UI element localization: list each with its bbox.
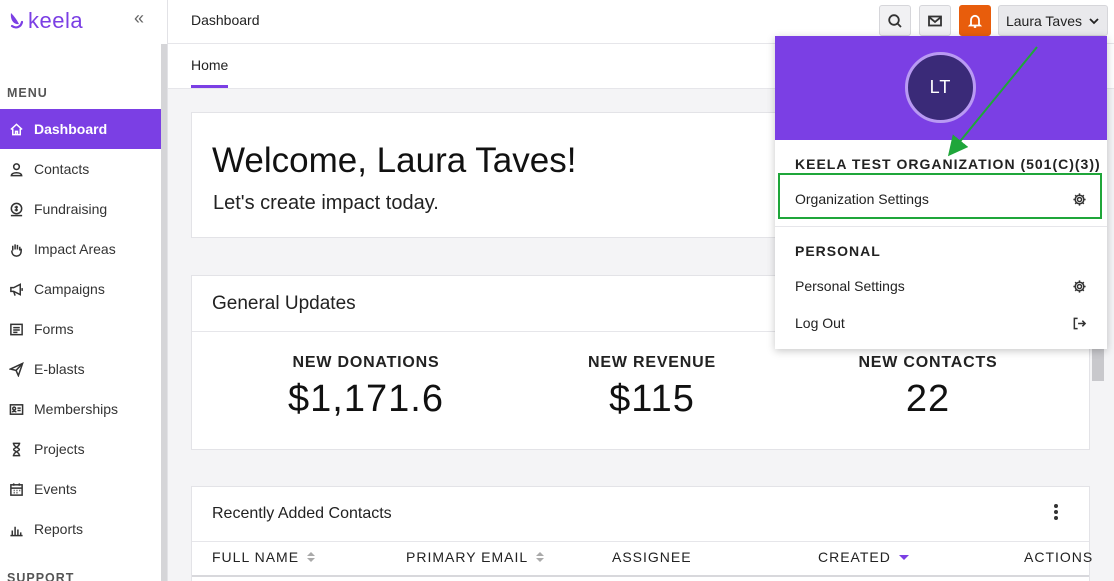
sidebar-item-label: Fundraising [34,201,108,217]
column-full-name[interactable]: FULL NAME [212,549,316,565]
sidebar-item-memberships[interactable]: Memberships [0,389,162,429]
stat-label: NEW DONATIONS [292,354,440,371]
calendar-icon [8,481,24,497]
column-label: ACTIONS [1024,549,1094,565]
sort-descending-icon [898,554,909,560]
stat-new-donations: NEW DONATIONS $1,171.6 [246,354,486,421]
chevron-down-icon [1089,17,1099,24]
column-label: CREATED [818,549,891,565]
stat-value: 22 [905,378,951,420]
mail-icon [928,15,942,26]
column-created[interactable]: CREATED [818,549,909,565]
sidebar-item-campaigns[interactable]: Campaigns [0,269,162,309]
gear-icon [1073,192,1086,206]
main-scrollbar-thumb[interactable] [1092,349,1104,381]
menu-heading: MENU [7,86,48,100]
avatar: LT [905,52,976,123]
column-label: PRIMARY EMAIL [406,549,529,565]
hand-icon [8,241,24,257]
megaphone-icon [8,281,24,297]
log-out-item[interactable]: Log Out [775,305,1107,341]
home-icon [8,121,24,137]
paper-plane-icon [8,361,24,377]
sidebar-item-reports[interactable]: Reports [0,509,162,549]
form-icon [8,321,24,337]
table-header: FULL NAME PRIMARY EMAIL ASSIGNEE CREATED… [192,541,1092,577]
sidebar-item-contacts[interactable]: Contacts [0,149,162,189]
user-dropdown-menu: LT KEELA TEST ORGANIZATION (501(C)(3)) O… [775,36,1107,349]
sidebar-item-label: Campaigns [34,281,105,297]
sidebar-item-fundraising[interactable]: Fundraising [0,189,162,229]
sidebar-item-projects[interactable]: Projects [0,429,162,469]
stat-new-revenue: NEW REVENUE $115 [532,354,772,421]
menu-item-label: Log Out [795,315,845,331]
id-card-icon [8,401,24,417]
menu-item-label: Personal Settings [795,278,905,294]
sidebar-item-events[interactable]: Events [0,469,162,509]
sidebar-item-label: Dashboard [34,121,108,137]
sidebar-item-label: Contacts [34,161,90,177]
welcome-title: Welcome, Laura Taves! [212,141,577,180]
page-title: Dashboard [191,12,260,28]
welcome-card: Welcome, Laura Taves! Let's create impac… [191,112,791,238]
menu-item-label: Organization Settings [795,191,929,207]
messages-button[interactable] [919,5,951,36]
bar-chart-icon [8,521,24,537]
search-button[interactable] [879,5,911,36]
personal-settings-item[interactable]: Personal Settings [775,268,1107,304]
sidebar: keela « MENU Dashboard Contacts Fundrais… [0,0,168,581]
sidebar-item-label: Impact Areas [34,241,116,257]
general-updates-title: General Updates [212,293,356,314]
keela-logo-icon [10,13,24,29]
sidebar-item-forms[interactable]: Forms [0,309,162,349]
sidebar-nav: Dashboard Contacts Fundraising Impact Ar… [0,109,162,549]
organization-heading: KEELA TEST ORGANIZATION (501(C)(3)) [795,156,1101,172]
stat-value: $115 [609,378,695,420]
column-label: FULL NAME [212,549,300,565]
personal-heading: PERSONAL [795,243,881,259]
recent-contacts-card: Recently Added Contacts FULL NAME PRIMAR… [191,486,1092,581]
sidebar-item-label: Events [34,481,77,497]
notifications-button[interactable] [959,5,991,36]
sidebar-item-label: E-blasts [34,361,85,377]
dropdown-divider [775,226,1107,227]
sort-icon [536,552,545,562]
support-heading: SUPPORT [7,571,75,581]
organization-settings-item[interactable]: Organization Settings [775,181,1107,217]
column-primary-email[interactable]: PRIMARY EMAIL [406,549,545,565]
user-menu-button[interactable]: Laura Taves [998,5,1108,36]
gear-icon [1073,279,1086,293]
sidebar-item-dashboard[interactable]: Dashboard [0,109,162,149]
brand-name: keela [28,8,84,33]
sidebar-scrollbar[interactable] [161,44,167,581]
column-actions: ACTIONS [1024,549,1093,565]
sidebar-item-label: Reports [34,521,84,537]
sort-icon [307,552,316,562]
hourglass-icon [8,441,24,457]
sidebar-item-label: Memberships [34,401,119,417]
more-options-icon[interactable] [1051,503,1061,523]
column-label: ASSIGNEE [612,549,692,565]
user-name: Laura Taves [1005,12,1082,29]
stat-label: NEW REVENUE [588,354,716,371]
log-out-icon [1073,317,1087,329]
stat-label: NEW CONTACTS [858,354,998,371]
stat-new-contacts: NEW CONTACTS 22 [808,354,1048,421]
sidebar-item-impact-areas[interactable]: Impact Areas [0,229,162,269]
search-icon [888,13,902,28]
recent-contacts-title: Recently Added Contacts [212,505,392,522]
sidebar-item-label: Projects [34,441,85,457]
dropdown-header: LT [775,36,1107,140]
welcome-subtitle: Let's create impact today. [213,192,439,214]
sidebar-item-e-blasts[interactable]: E-blasts [0,349,162,389]
collapse-sidebar-icon[interactable]: « [134,8,144,29]
stat-value: $1,171.6 [288,378,444,420]
sidebar-item-label: Forms [34,321,74,337]
column-assignee[interactable]: ASSIGNEE [612,549,692,565]
keela-logo[interactable]: keela [8,8,83,34]
donation-icon [8,201,24,217]
person-icon [8,161,24,177]
tab-home[interactable]: Home [191,57,229,88]
bell-icon [967,14,983,28]
